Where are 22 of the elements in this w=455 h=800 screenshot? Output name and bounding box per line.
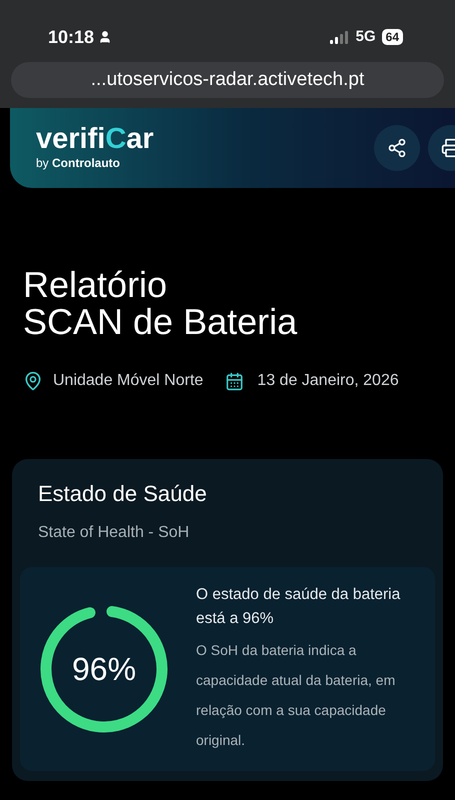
health-headline: O estado de saúde da bateria está a 96% (196, 585, 402, 629)
share-button[interactable] (374, 125, 420, 171)
signal-icon (330, 30, 350, 44)
person-icon (98, 30, 112, 44)
battery-indicator: 64 (382, 29, 403, 45)
location-pin-icon (23, 371, 43, 391)
card-subtitle: State of Health - SoH (37, 523, 190, 543)
date-text: 13 de Janeiro, 2026 (257, 371, 399, 391)
logo-tagline: by Controlauto (36, 155, 122, 172)
report-title: Relatório (23, 266, 168, 303)
share-icon (387, 138, 407, 158)
location-text: Unidade Móvel Norte (53, 371, 204, 391)
card-title: Estado de Saúde (37, 480, 208, 508)
url-bar[interactable]: ...utoservicos-radar.activetech.pt (11, 62, 444, 98)
printer-icon (441, 138, 455, 158)
logo: verifiCar (36, 124, 155, 154)
report-title: SCAN de Bateria (23, 303, 298, 340)
health-description: O SoH da bateria indica a capacidade atual da bateria, em relação com a sua capacidade original. (196, 641, 396, 750)
calendar-icon (225, 372, 244, 390)
status-time: 10:18 (48, 26, 94, 48)
gauge-reading: 96% (72, 650, 136, 689)
network-label: 5G (356, 26, 376, 47)
